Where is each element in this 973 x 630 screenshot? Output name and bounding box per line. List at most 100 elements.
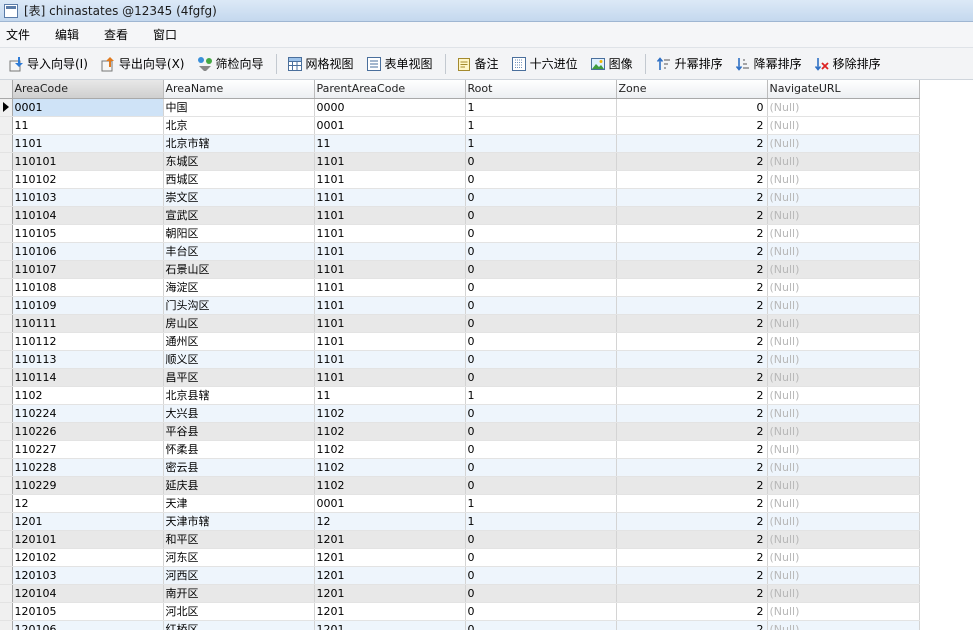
cell-areacode[interactable]: 120102 — [12, 548, 164, 567]
cell-areacode[interactable]: 110103 — [12, 188, 164, 207]
cell-areacode[interactable]: 120101 — [12, 530, 164, 549]
cell-areaname[interactable]: 东城区 — [163, 152, 315, 171]
memo-button[interactable]: 备注 — [454, 53, 501, 74]
row-selector[interactable] — [0, 584, 13, 603]
cell-zone[interactable]: 0 — [616, 98, 768, 117]
cell-zone[interactable]: 2 — [616, 566, 768, 585]
row-selector[interactable] — [0, 224, 13, 243]
cell-zone[interactable]: 2 — [616, 314, 768, 333]
cell-root[interactable]: 0 — [465, 224, 617, 243]
cell-zone[interactable]: 2 — [616, 260, 768, 279]
cell-areacode[interactable]: 110226 — [12, 422, 164, 441]
cell-parentareacode[interactable]: 1201 — [314, 584, 466, 603]
cell-parentareacode[interactable]: 0001 — [314, 494, 466, 513]
cell-zone[interactable]: 2 — [616, 548, 768, 567]
cell-zone[interactable]: 2 — [616, 404, 768, 423]
table-row[interactable]: 110109 门头沟区 1101 0 2 (Null) — [0, 296, 920, 315]
cell-parentareacode[interactable]: 1101 — [314, 242, 466, 261]
row-selector[interactable] — [0, 260, 13, 279]
data-table[interactable]: AreaCode AreaName ParentAreaCode Root Zo… — [0, 80, 920, 630]
row-selector[interactable] — [0, 206, 13, 225]
cell-areacode[interactable]: 110109 — [12, 296, 164, 315]
cell-parentareacode[interactable]: 1102 — [314, 440, 466, 459]
cell-parentareacode[interactable]: 1101 — [314, 152, 466, 171]
table-row[interactable]: 110228 密云县 1102 0 2 (Null) — [0, 458, 920, 477]
row-selector[interactable] — [0, 242, 13, 261]
cell-zone[interactable]: 2 — [616, 134, 768, 153]
cell-parentareacode[interactable]: 0000 — [314, 98, 466, 117]
cell-parentareacode[interactable]: 1201 — [314, 566, 466, 585]
cell-areacode[interactable]: 110108 — [12, 278, 164, 297]
row-selector[interactable] — [0, 386, 13, 405]
cell-navigateurl[interactable]: (Null) — [767, 620, 920, 630]
cell-navigateurl[interactable]: (Null) — [767, 422, 920, 441]
table-row[interactable]: 110227 怀柔县 1102 0 2 (Null) — [0, 440, 920, 459]
row-selector[interactable] — [0, 134, 13, 153]
table-row[interactable]: 110113 顺义区 1101 0 2 (Null) — [0, 350, 920, 369]
cell-parentareacode[interactable]: 1101 — [314, 188, 466, 207]
row-selector[interactable] — [0, 368, 13, 387]
cell-navigateurl[interactable]: (Null) — [767, 116, 920, 135]
cell-parentareacode[interactable]: 1102 — [314, 476, 466, 495]
cell-areaname[interactable]: 中国 — [163, 98, 315, 117]
cell-areacode[interactable]: 110107 — [12, 260, 164, 279]
cell-navigateurl[interactable]: (Null) — [767, 242, 920, 261]
cell-parentareacode[interactable]: 1201 — [314, 620, 466, 630]
table-row[interactable]: 110103 崇文区 1101 0 2 (Null) — [0, 188, 920, 207]
cell-zone[interactable]: 2 — [616, 296, 768, 315]
cell-areacode[interactable]: 110114 — [12, 368, 164, 387]
row-selector[interactable] — [0, 98, 13, 117]
cell-root[interactable]: 0 — [465, 422, 617, 441]
row-selector[interactable] — [0, 350, 13, 369]
table-row[interactable]: 0001 中国 0000 1 0 (Null) — [0, 98, 920, 117]
cell-zone[interactable]: 2 — [616, 224, 768, 243]
cell-areacode[interactable]: 110224 — [12, 404, 164, 423]
cell-areaname[interactable]: 海淀区 — [163, 278, 315, 297]
cell-areaname[interactable]: 延庆县 — [163, 476, 315, 495]
cell-areacode[interactable]: 1102 — [12, 386, 164, 405]
cell-root[interactable]: 1 — [465, 494, 617, 513]
cell-areacode[interactable]: 110111 — [12, 314, 164, 333]
cell-root[interactable]: 0 — [465, 440, 617, 459]
cell-areaname[interactable]: 西城区 — [163, 170, 315, 189]
table-row[interactable]: 12 天津 0001 1 2 (Null) — [0, 494, 920, 513]
cell-navigateurl[interactable]: (Null) — [767, 224, 920, 243]
cell-zone[interactable]: 2 — [616, 116, 768, 135]
cell-areaname[interactable]: 南开区 — [163, 584, 315, 603]
image-button[interactable]: 图像 — [588, 53, 635, 74]
cell-zone[interactable]: 2 — [616, 620, 768, 630]
cell-zone[interactable]: 2 — [616, 440, 768, 459]
cell-parentareacode[interactable]: 1101 — [314, 224, 466, 243]
import-wizard-button[interactable]: 导入向导(I) — [6, 53, 90, 74]
cell-navigateurl[interactable]: (Null) — [767, 152, 920, 171]
cell-areaname[interactable]: 通州区 — [163, 332, 315, 351]
cell-navigateurl[interactable]: (Null) — [767, 188, 920, 207]
cell-zone[interactable]: 2 — [616, 530, 768, 549]
row-selector[interactable] — [0, 278, 13, 297]
cell-areacode[interactable]: 12 — [12, 494, 164, 513]
cell-areacode[interactable]: 0001 — [12, 98, 164, 117]
cell-zone[interactable]: 2 — [616, 584, 768, 603]
row-selector[interactable] — [0, 476, 13, 495]
cell-areacode[interactable]: 110101 — [12, 152, 164, 171]
cell-areaname[interactable]: 北京市辖 — [163, 134, 315, 153]
row-selector[interactable] — [0, 440, 13, 459]
cell-areaname[interactable]: 崇文区 — [163, 188, 315, 207]
menu-file[interactable]: 文件 — [6, 24, 30, 45]
cell-zone[interactable]: 2 — [616, 458, 768, 477]
column-header-navigateurl[interactable]: NavigateURL — [767, 80, 920, 99]
table-row[interactable]: 1101 北京市辖 11 1 2 (Null) — [0, 134, 920, 153]
cell-areaname[interactable]: 和平区 — [163, 530, 315, 549]
table-row[interactable]: 110112 通州区 1101 0 2 (Null) — [0, 332, 920, 351]
cell-areacode[interactable]: 110104 — [12, 206, 164, 225]
cell-root[interactable]: 0 — [465, 368, 617, 387]
table-row[interactable]: 110224 大兴县 1102 0 2 (Null) — [0, 404, 920, 423]
cell-areacode[interactable]: 110105 — [12, 224, 164, 243]
cell-areacode[interactable]: 120104 — [12, 584, 164, 603]
cell-root[interactable]: 1 — [465, 116, 617, 135]
cell-navigateurl[interactable]: (Null) — [767, 368, 920, 387]
table-row[interactable]: 110105 朝阳区 1101 0 2 (Null) — [0, 224, 920, 243]
table-row[interactable]: 110229 延庆县 1102 0 2 (Null) — [0, 476, 920, 495]
cell-parentareacode[interactable]: 1102 — [314, 404, 466, 423]
cell-areaname[interactable]: 河东区 — [163, 548, 315, 567]
